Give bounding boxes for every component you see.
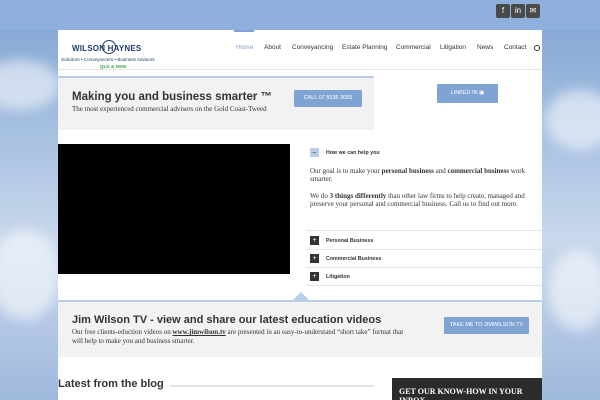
linkedin-icon[interactable]: in	[511, 4, 525, 18]
logo-tagline: Solicitors • Conveyancers • Business Adv…	[61, 57, 155, 62]
nav-conveyancing[interactable]: Conveyancing	[292, 44, 333, 51]
cloud	[545, 90, 600, 150]
hero-subtitle: The most experienced commercial advisers…	[72, 105, 267, 113]
cloud	[548, 250, 600, 330]
nav-estate-planning[interactable]: Estate Planning	[342, 44, 388, 51]
goal-text: and	[433, 167, 448, 175]
top-bar: f in ✉	[0, 0, 600, 30]
nav-active-indicator	[234, 30, 254, 32]
nav-commercial[interactable]: Commercial	[396, 44, 431, 51]
accordion-title-help[interactable]: How we can help you	[326, 150, 380, 156]
linkedin-button[interactable]: LINKED IN ▣	[437, 84, 498, 103]
tv-title: Jim Wilson TV - view and share our lates…	[72, 314, 382, 326]
plus-icon[interactable]: +	[310, 254, 319, 263]
accordion-item-personal[interactable]: Personal Business	[326, 238, 373, 244]
accordion-paragraph-different: We do 3 things differently than other la…	[310, 192, 540, 208]
blog-divider	[170, 385, 374, 387]
cloud	[0, 230, 60, 320]
search-icon[interactable]	[534, 45, 540, 51]
accordion-item-commercial[interactable]: Commercial Business	[326, 256, 381, 262]
site-header: WILSON HAYNES Solicitors • Conveyancers …	[58, 30, 542, 70]
goal-bold-personal: personal business	[381, 167, 434, 175]
blog-title: Latest from the blog	[58, 378, 164, 390]
video-player[interactable]	[58, 144, 290, 274]
accordion-paragraph-goal: Our goal is to make your personal busine…	[310, 167, 540, 183]
hero-title: Making you and business smarter ™	[72, 91, 273, 103]
email-icon[interactable]: ✉	[526, 4, 540, 18]
nav-news[interactable]: News	[477, 44, 493, 51]
tv-panel: Jim Wilson TV - view and share our lates…	[58, 300, 542, 357]
nav-contact[interactable]: Contact	[504, 44, 526, 51]
divider	[306, 267, 542, 268]
tv-subtitle: Our free clients-eduction videos on www.…	[72, 328, 412, 345]
page-container: WILSON HAYNES Solicitors • Conveyancers …	[58, 30, 542, 400]
divider	[306, 249, 542, 250]
accordion-item-litigation[interactable]: Litigation	[326, 274, 350, 280]
logo-name: WILSON HAYNES	[72, 44, 142, 53]
call-button[interactable]: CALL 07 5536 3055	[294, 90, 362, 107]
different-bold: 3 things differently	[329, 192, 387, 200]
jimwilson-tv-button[interactable]: TAKE ME TO JIMWILSON.TV	[444, 317, 529, 334]
section-notch	[293, 292, 309, 300]
plus-icon[interactable]: +	[310, 272, 319, 281]
nav-about[interactable]: About	[264, 44, 281, 51]
logo-region: QLD & NSW	[100, 64, 127, 69]
goal-bold-commercial: commercial business	[447, 167, 509, 175]
divider	[306, 285, 542, 286]
goal-text: Our goal is to make your	[310, 167, 382, 175]
facebook-icon[interactable]: f	[496, 4, 510, 18]
nav-home[interactable]: Home	[236, 44, 253, 51]
linkedin-icon: ▣	[479, 90, 485, 96]
tv-link[interactable]: www.jimwilson.tv	[173, 328, 226, 336]
newsletter-title: GET OUR KNOW-HOW IN YOUR INBOX	[399, 387, 523, 400]
nav-litigation[interactable]: Litigation	[440, 44, 466, 51]
linkedin-button-label: LINKED IN	[450, 90, 478, 96]
different-text: We do	[310, 192, 330, 200]
tv-text: Our free clients-eduction videos on	[72, 328, 173, 336]
hero-panel: Making you and business smarter ™ The mo…	[58, 76, 374, 130]
newsletter-panel: GET OUR KNOW-HOW IN YOUR INBOX	[392, 378, 542, 400]
minus-icon[interactable]: –	[310, 148, 319, 157]
plus-icon[interactable]: +	[310, 236, 319, 245]
cloud	[0, 60, 60, 110]
divider	[306, 230, 542, 231]
